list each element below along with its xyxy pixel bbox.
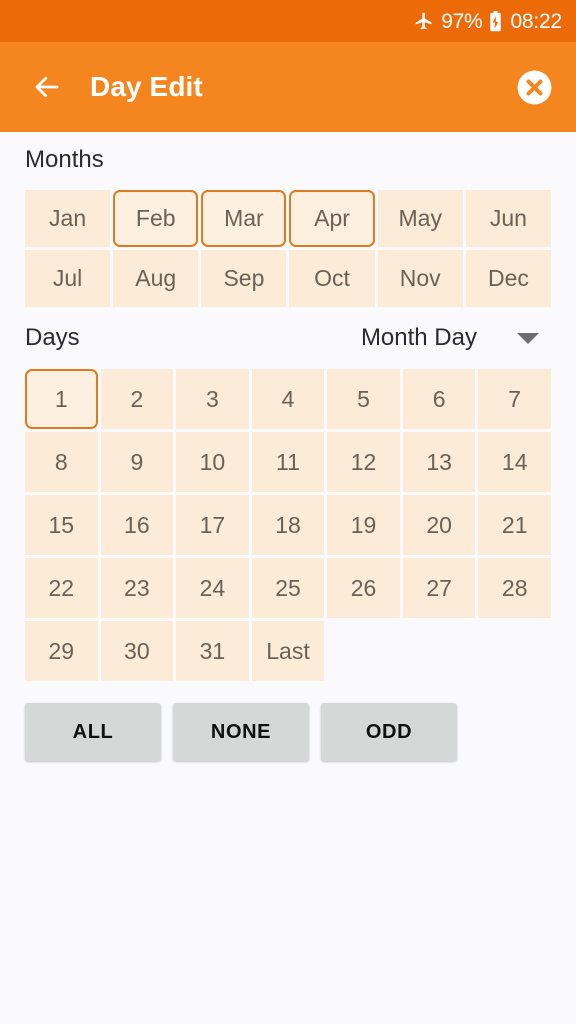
day-cell-20[interactable]: 20 — [402, 495, 476, 555]
day-cell-23[interactable]: 23 — [100, 558, 174, 618]
status-bar-clock: 08:22 — [510, 9, 562, 33]
day-cell-13[interactable]: 13 — [402, 432, 476, 492]
day-cell-1[interactable]: 1 — [25, 369, 98, 429]
back-button[interactable] — [26, 66, 68, 108]
day-cell-4[interactable]: 4 — [251, 369, 325, 429]
day-cell-6[interactable]: 6 — [402, 369, 476, 429]
month-cell-jun[interactable]: Jun — [465, 190, 551, 247]
action-button-row: ALL NONE ODD — [0, 681, 576, 761]
page-content: Months Jan Feb Mar Apr May Jun Jul Aug Sep Oct Nov… — [0, 132, 576, 1024]
close-circle-icon — [517, 70, 551, 104]
month-cell-aug[interactable]: Aug — [113, 250, 199, 307]
day-cell-9[interactable]: 9 — [100, 432, 174, 492]
day-cell-26[interactable]: 26 — [327, 558, 400, 618]
airplane-mode-icon — [414, 11, 434, 31]
day-cell-31[interactable]: 31 — [176, 621, 249, 681]
app-screen: 97% 08:22 Day Edit Months Jan Feb Mar Ap… — [0, 0, 576, 1024]
day-cell-28[interactable]: 28 — [478, 558, 551, 618]
close-button[interactable] — [514, 67, 554, 107]
status-bar-right-cluster: 97% 08:22 — [414, 9, 562, 33]
select-odd-button[interactable]: ODD — [321, 703, 457, 761]
day-cell-14[interactable]: 14 — [478, 432, 551, 492]
months-title: Months — [25, 146, 104, 173]
day-cell-3[interactable]: 3 — [176, 369, 249, 429]
grid-empty-slot — [403, 621, 476, 681]
grid-empty-slot — [327, 621, 400, 681]
day-cell-25[interactable]: 25 — [251, 558, 325, 618]
month-cell-feb[interactable]: Feb — [113, 190, 199, 247]
month-cell-mar[interactable]: Mar — [201, 190, 287, 247]
day-cell-16[interactable]: 16 — [100, 495, 174, 555]
month-cell-apr[interactable]: Apr — [289, 190, 375, 247]
battery-charging-icon — [489, 10, 502, 32]
day-cell-17[interactable]: 17 — [176, 495, 249, 555]
months-grid: Jan Feb Mar Apr May Jun Jul Aug Sep Oct Nov Dec — [0, 190, 576, 307]
months-section-header: Months — [0, 132, 576, 190]
days-section-header: Days Month Day — [0, 307, 576, 369]
day-cell-22[interactable]: 22 — [25, 558, 98, 618]
month-cell-jan[interactable]: Jan — [25, 190, 111, 247]
day-cell-30[interactable]: 30 — [100, 621, 174, 681]
day-cell-27[interactable]: 27 — [402, 558, 476, 618]
day-cell-19[interactable]: 19 — [327, 495, 400, 555]
month-cell-may[interactable]: May — [377, 190, 463, 247]
day-cell-18[interactable]: 18 — [251, 495, 325, 555]
day-cell-15[interactable]: 15 — [25, 495, 98, 555]
day-cell-5[interactable]: 5 — [327, 369, 400, 429]
status-bar: 97% 08:22 — [0, 0, 576, 42]
month-cell-sep[interactable]: Sep — [201, 250, 287, 307]
select-all-button[interactable]: ALL — [25, 703, 161, 761]
day-mode-dropdown[interactable]: Month Day — [361, 326, 551, 350]
day-mode-selected-value: Month Day — [360, 324, 477, 351]
month-cell-nov[interactable]: Nov — [377, 250, 463, 307]
day-cell-last[interactable]: Last — [251, 621, 325, 681]
month-cell-jul[interactable]: Jul — [25, 250, 111, 307]
day-cell-21[interactable]: 21 — [478, 495, 551, 555]
chevron-down-icon — [517, 332, 539, 344]
days-grid: 1 2 3 4 5 6 7 8 9 10 11 12 13 14 15 16 17 18 19 20 21 22 23 24 2… — [0, 369, 576, 681]
day-cell-11[interactable]: 11 — [251, 432, 325, 492]
day-cell-10[interactable]: 10 — [176, 432, 249, 492]
month-cell-dec[interactable]: Dec — [465, 250, 551, 307]
back-arrow-icon — [35, 76, 59, 98]
app-toolbar: Day Edit — [0, 42, 576, 132]
day-cell-2[interactable]: 2 — [100, 369, 174, 429]
day-cell-29[interactable]: 29 — [25, 621, 98, 681]
battery-percent-label: 97% — [441, 9, 483, 33]
days-title: Days — [25, 324, 80, 351]
day-cell-8[interactable]: 8 — [25, 432, 98, 492]
grid-empty-slot — [478, 621, 551, 681]
page-title: Day Edit — [90, 71, 203, 102]
day-cell-12[interactable]: 12 — [327, 432, 400, 492]
month-cell-oct[interactable]: Oct — [289, 250, 375, 307]
select-none-button[interactable]: NONE — [173, 703, 309, 761]
day-cell-24[interactable]: 24 — [176, 558, 249, 618]
day-cell-7[interactable]: 7 — [478, 369, 551, 429]
